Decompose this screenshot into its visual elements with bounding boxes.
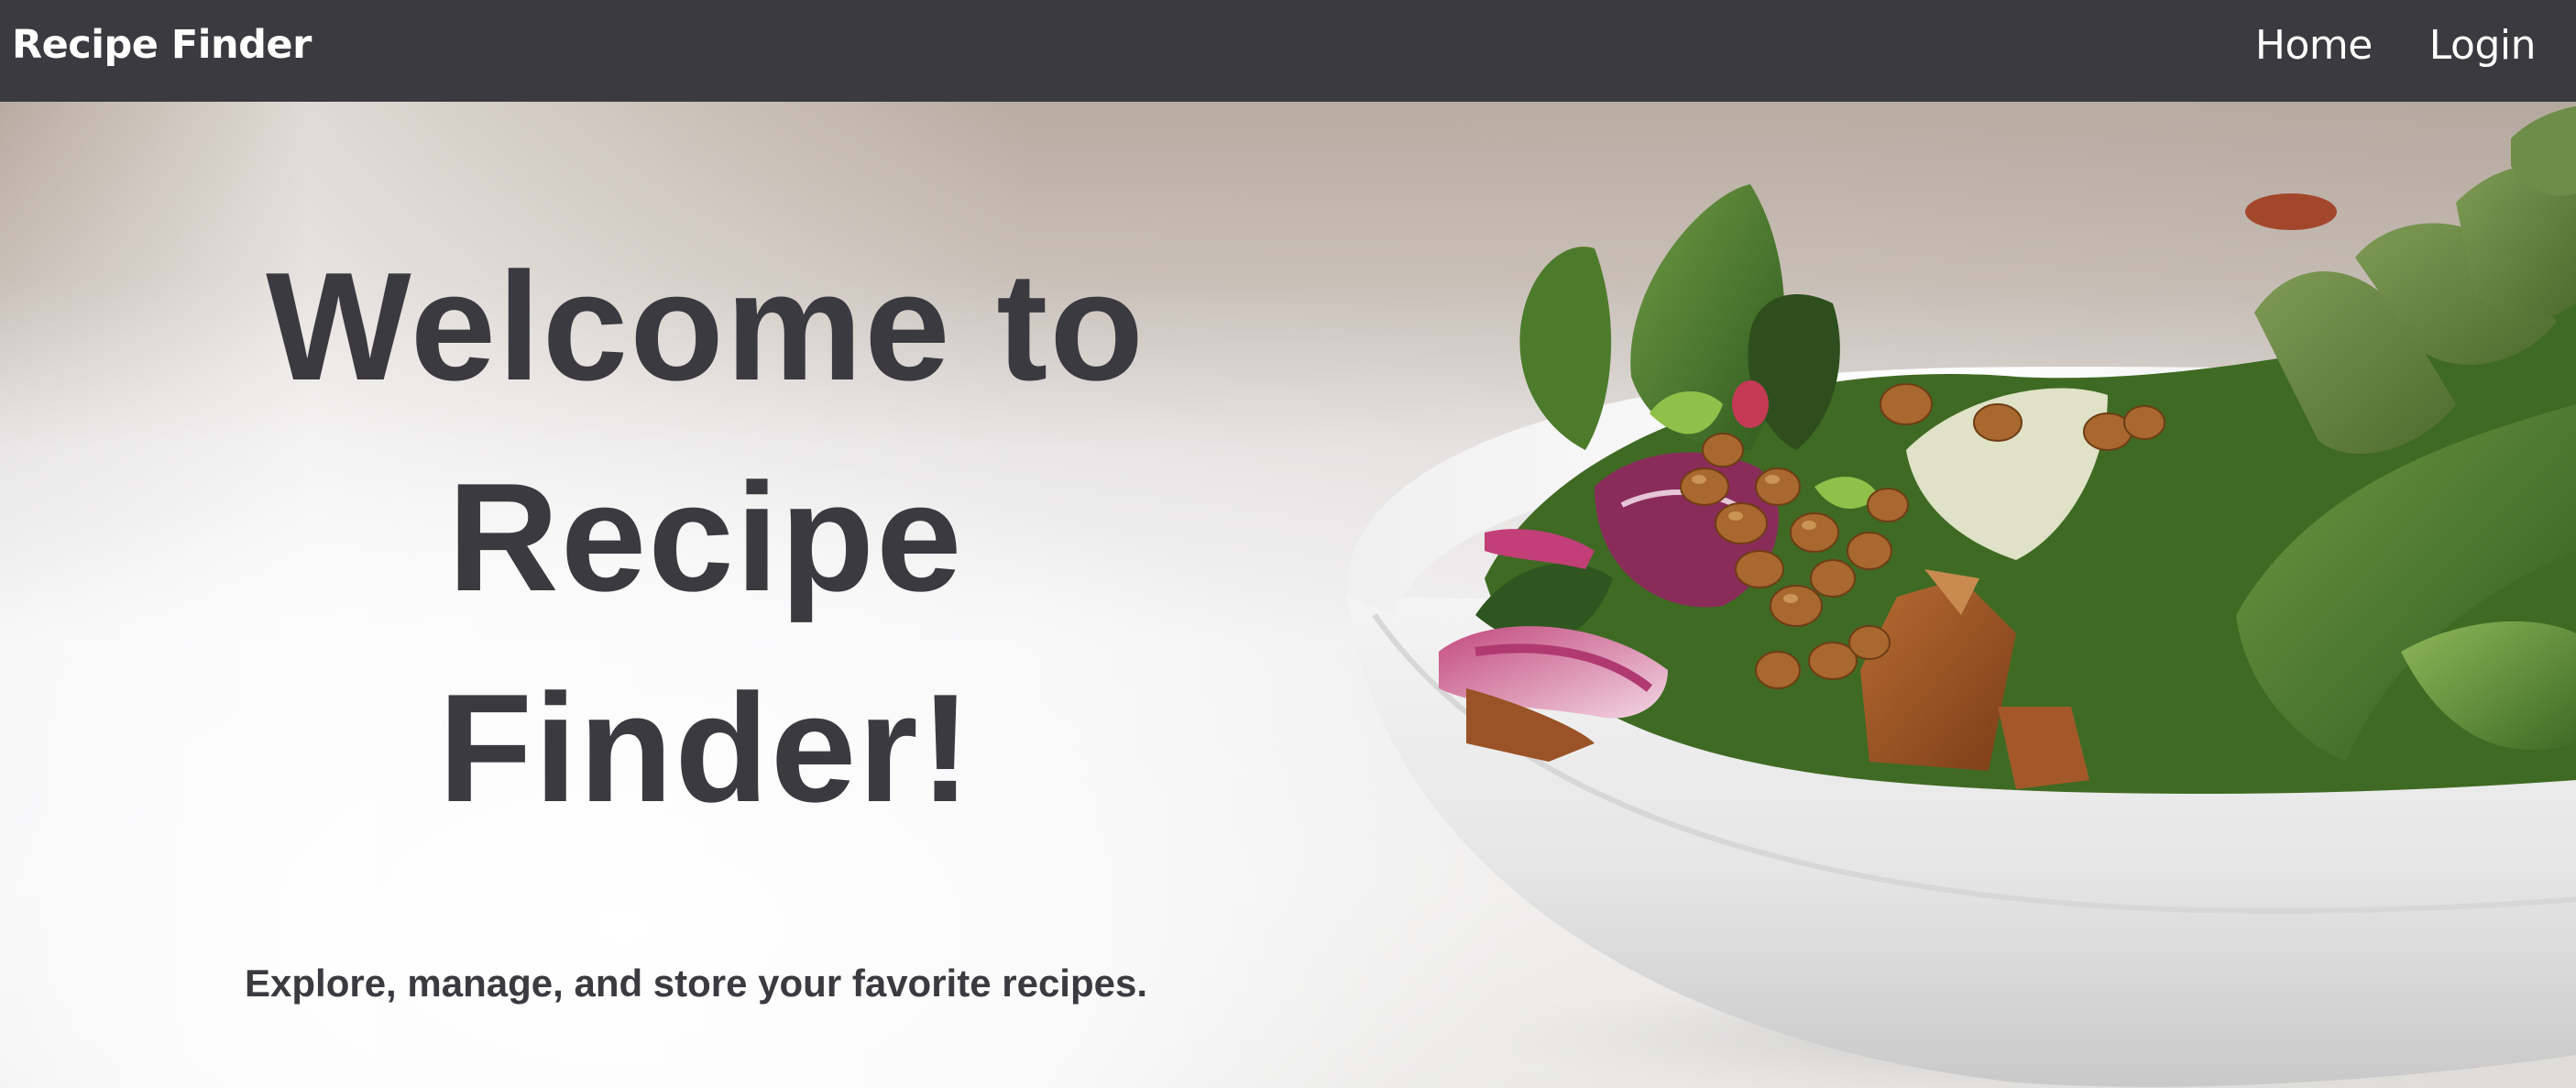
nav-links: Home Login — [2255, 22, 2537, 69]
welcome-heading: Welcome to Recipe Finder! — [266, 240, 1145, 834]
hero-section: Welcome to Recipe Finder! Explore, manag… — [0, 102, 2576, 1088]
nav-link-login[interactable]: Login — [2429, 22, 2537, 69]
hero-tagline: Explore, manage, and store your favorite… — [245, 962, 1148, 1005]
brand-link[interactable]: Recipe Finder — [12, 22, 312, 68]
nav-link-home[interactable]: Home — [2255, 22, 2373, 69]
top-navbar: Recipe Finder Home Login — [0, 0, 2576, 102]
salad-bowl-image — [1346, 106, 2576, 1088]
